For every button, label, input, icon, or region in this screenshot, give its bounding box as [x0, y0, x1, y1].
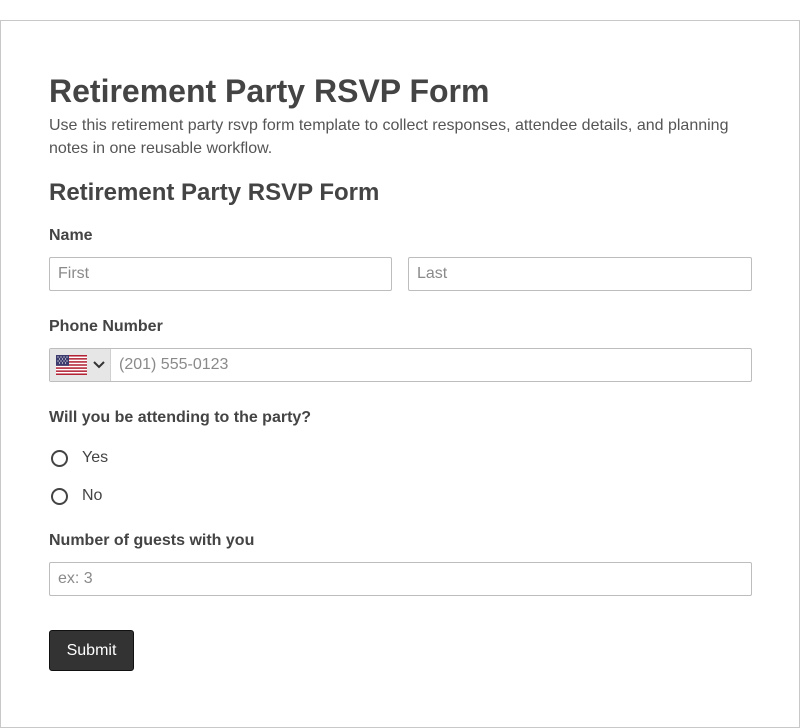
chevron-down-icon	[93, 361, 105, 369]
first-name-input[interactable]	[49, 257, 392, 291]
form-container: Retirement Party RSVP Form Use this reti…	[0, 20, 800, 728]
radio-label-yes: Yes	[82, 449, 109, 466]
guests-input[interactable]	[49, 562, 752, 596]
name-label: Name	[49, 227, 93, 244]
page-title: Retirement Party RSVP Form	[49, 73, 490, 109]
country-code-selector[interactable]	[50, 349, 111, 381]
radio-button[interactable]	[51, 487, 68, 505]
radio-option-no[interactable]: No	[49, 485, 102, 507]
phone-field	[49, 348, 752, 382]
last-name-input[interactable]	[408, 257, 752, 291]
phone-label: Phone Number	[49, 318, 163, 335]
form-title: Retirement Party RSVP Form	[49, 179, 380, 206]
submit-button[interactable]: Submit	[49, 630, 134, 671]
radio-option-yes[interactable]: Yes	[49, 447, 108, 469]
radio-label-no: No	[82, 487, 103, 504]
phone-input[interactable]	[111, 349, 751, 381]
radio-button[interactable]	[51, 449, 68, 467]
page-description: Use this retirement party rsvp form temp…	[49, 117, 729, 157]
us-flag-icon	[56, 355, 87, 375]
guests-label: Number of guests with you	[49, 532, 255, 549]
attending-label: Will you be attending to the party?	[49, 409, 312, 426]
